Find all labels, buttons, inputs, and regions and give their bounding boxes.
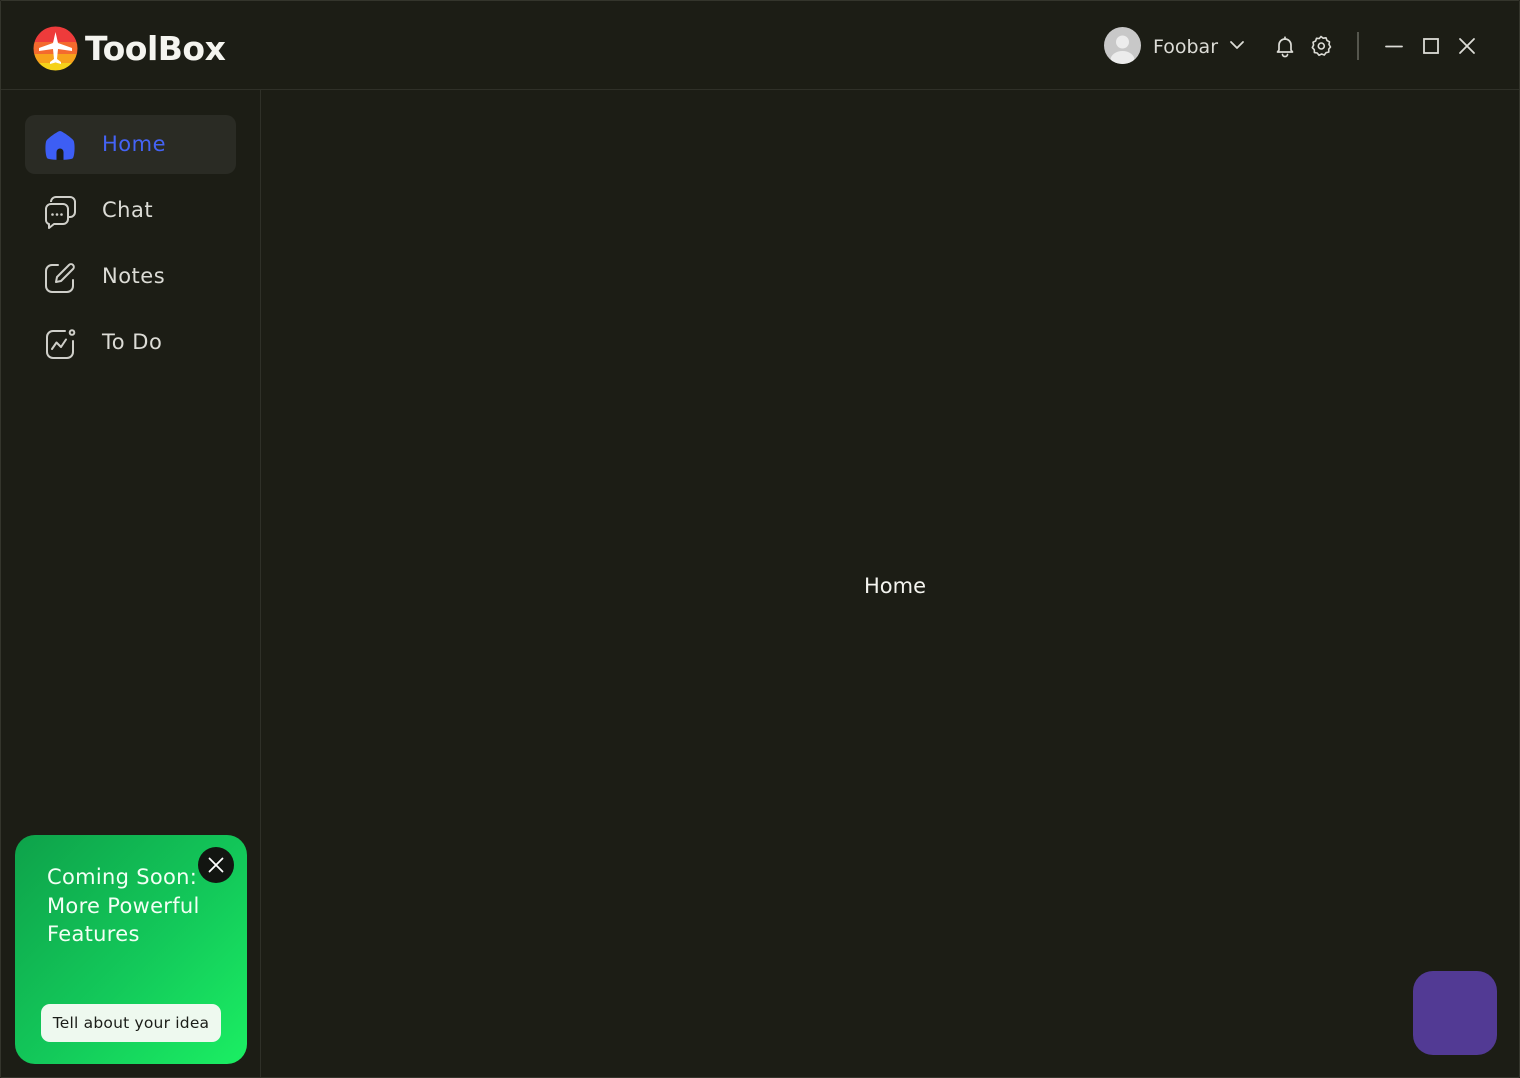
- promo-card: Coming Soon: More Powerful Features Tell…: [15, 835, 247, 1064]
- avatar-person-icon: [1110, 35, 1135, 64]
- main-content: Home: [261, 90, 1519, 1077]
- sidebar: Home Chat Notes To Do Coming Soon: More …: [1, 90, 261, 1077]
- toolbox-logo-icon: [33, 26, 78, 71]
- minimize-icon[interactable]: [1382, 34, 1406, 58]
- sidebar-item-label: Home: [102, 132, 167, 156]
- sidebar-item-label: Notes: [102, 264, 166, 288]
- chevron-down-icon[interactable]: [1229, 39, 1245, 51]
- close-icon[interactable]: [1455, 34, 1479, 58]
- chat-icon: [45, 196, 76, 229]
- titlebar-divider: [1357, 32, 1359, 60]
- promo-close-button[interactable]: [198, 847, 234, 883]
- promo-text: Coming Soon: More Powerful Features: [47, 865, 200, 946]
- sidebar-item-chat[interactable]: Chat: [25, 181, 236, 240]
- title-bar: ToolBox Foobar: [1, 1, 1519, 90]
- app-title: ToolBox: [85, 29, 226, 68]
- sidebar-item-label: To Do: [102, 330, 163, 354]
- gear-icon[interactable]: [1309, 34, 1333, 58]
- sidebar-item-notes[interactable]: Notes: [25, 247, 236, 306]
- user-name[interactable]: Foobar: [1153, 34, 1218, 60]
- sidebar-item-todo[interactable]: To Do: [25, 313, 236, 372]
- user-avatar[interactable]: [1104, 27, 1141, 64]
- page-title: Home: [863, 574, 926, 598]
- app-window: ToolBox Foobar Home Chat Notes To Do Com…: [0, 0, 1520, 1078]
- sidebar-item-home[interactable]: Home: [25, 115, 236, 174]
- home-icon: [45, 131, 75, 160]
- tell-idea-button[interactable]: Tell about your idea: [41, 1004, 221, 1042]
- activity-icon: [46, 329, 76, 359]
- edit-icon: [45, 263, 75, 293]
- floating-action-button[interactable]: [1413, 971, 1497, 1055]
- sidebar-item-label: Chat: [102, 198, 154, 222]
- maximize-icon[interactable]: [1419, 34, 1443, 58]
- close-icon: [208, 857, 224, 873]
- bell-icon[interactable]: [1273, 34, 1297, 58]
